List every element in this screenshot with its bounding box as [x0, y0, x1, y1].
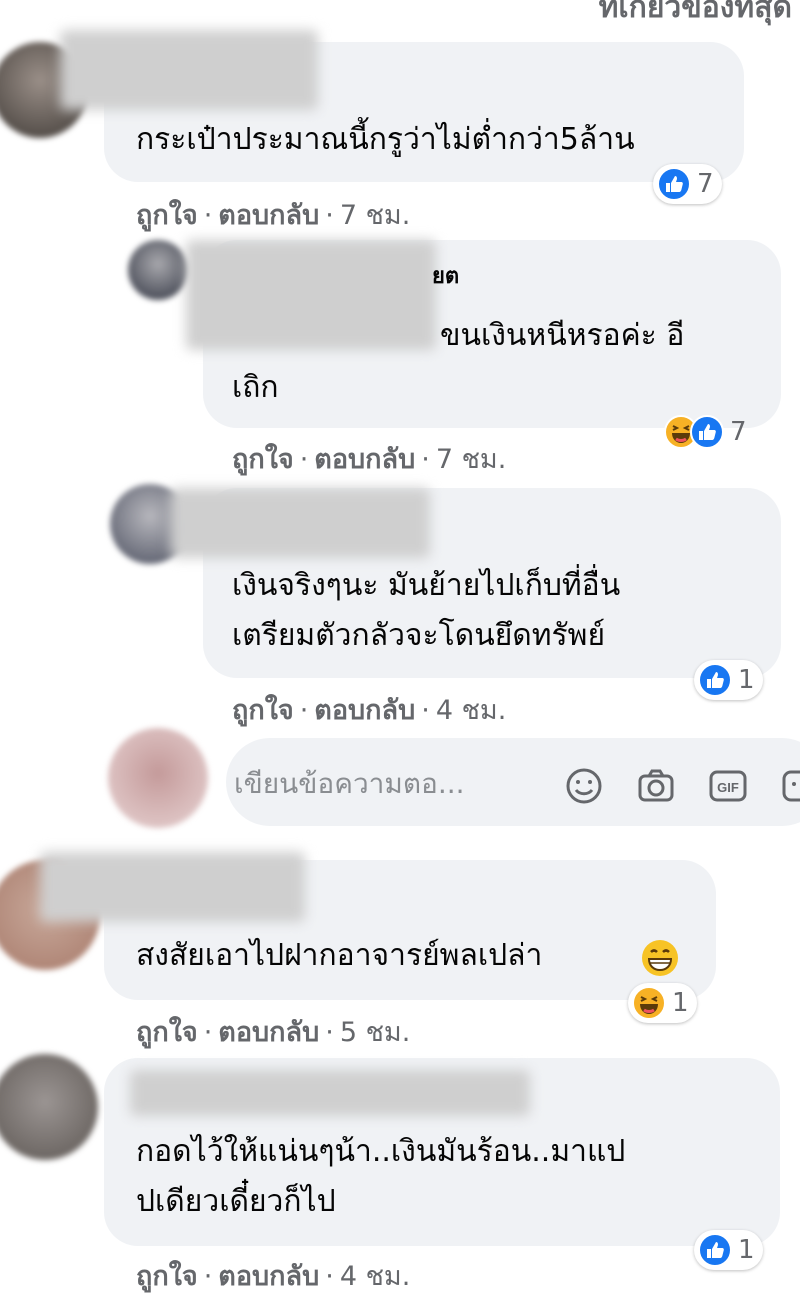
commenter-name-fragment[interactable]: ยต [432, 262, 459, 292]
like-link[interactable]: ถูกใจ [232, 444, 294, 475]
like-link[interactable]: ถูกใจ [136, 1017, 198, 1048]
like-link[interactable]: ถูกใจ [136, 200, 198, 231]
haha-icon [632, 986, 666, 1020]
comment-text-line: ปเดียวเดี๋ยวก็ไป [136, 1184, 336, 1219]
reply-link[interactable]: ตอบกลับ [218, 1261, 319, 1292]
reaction-count: 1 [672, 988, 689, 1018]
commenter-name-blurred[interactable] [40, 852, 305, 922]
comment-actions: ถูกใจ · ตอบกลับ · 4 ชม. [232, 695, 507, 726]
commenter-name-blurred[interactable] [60, 30, 318, 110]
reaction-summary[interactable]: 7 [653, 164, 722, 204]
timestamp[interactable]: 4 ชม. [340, 1261, 410, 1292]
reply-link[interactable]: ตอบกลับ [218, 200, 319, 231]
commenter-name-blurred[interactable] [130, 1070, 530, 1116]
comment-actions: ถูกใจ · ตอบกลับ · 4 ชม. [136, 1261, 411, 1292]
sort-header[interactable]: ที่เกี่ยวข้องที่สุด [599, 0, 792, 31]
comment-text-line: เถิก [232, 370, 279, 405]
comment-actions: ถูกใจ · ตอบกลับ · 5 ชม. [136, 1017, 411, 1048]
svg-text:GIF: GIF [717, 780, 739, 795]
like-icon [690, 415, 724, 449]
comment-text-line: เงินจริงๆนะ มันย้ายไปเก็บที่อื่น [232, 568, 621, 603]
comment-text: สงสัยเอาไปฝากอาจารย์พลเปล่า [136, 938, 543, 973]
current-user-avatar [108, 728, 208, 828]
like-icon [698, 1233, 732, 1267]
commenter-name-blurred[interactable] [186, 240, 436, 350]
reaction-summary[interactable]: 1 [628, 983, 697, 1023]
avatar[interactable] [128, 240, 188, 300]
timestamp[interactable]: 7 ชม. [436, 444, 506, 475]
emoji-icon[interactable] [564, 766, 604, 806]
commenter-name-blurred[interactable] [170, 488, 430, 558]
comment-actions: ถูกใจ · ตอบกลับ · 7 ชม. [232, 444, 507, 475]
comment-text-line: ขนเงินหนีหรอค่ะ อี [440, 318, 685, 353]
reply-input-placeholder: เขียนข้อความตอ... [234, 767, 465, 800]
comment-text: กระเป๋าประมาณนี้กรูว่าไม่ต่ำกว่า5ล้าน [136, 122, 635, 157]
reaction-summary[interactable]: 7 [660, 412, 755, 452]
comment-actions: ถูกใจ · ตอบกลับ · 7 ชม. [136, 200, 411, 231]
like-link[interactable]: ถูกใจ [232, 695, 294, 726]
timestamp[interactable]: 7 ชม. [340, 200, 410, 231]
reply-link[interactable]: ตอบกลับ [314, 695, 415, 726]
timestamp[interactable]: 5 ชม. [340, 1017, 410, 1048]
grinning-emoji [642, 940, 678, 976]
reaction-count: 1 [738, 1235, 755, 1265]
camera-icon[interactable] [636, 766, 676, 806]
reaction-count: 1 [738, 665, 755, 695]
like-icon [698, 663, 732, 697]
comment-text-line: กอดไว้ให้แน่นๆน้า..เงินมันร้อน..มาแป [136, 1134, 626, 1169]
reaction-count: 7 [730, 417, 747, 447]
reaction-summary[interactable]: 1 [694, 660, 763, 700]
reply-input[interactable]: เขียนข้อความตอ... GIF [226, 738, 800, 826]
reaction-count: 7 [697, 169, 714, 199]
reply-link[interactable]: ตอบกลับ [314, 444, 415, 475]
reply-link[interactable]: ตอบกลับ [218, 1017, 319, 1048]
like-icon [657, 167, 691, 201]
like-link[interactable]: ถูกใจ [136, 1261, 198, 1292]
comment-text-line: เตรียมตัวกลัวจะโดนยึดทรัพย์ [232, 618, 606, 653]
sticker-icon[interactable] [780, 766, 800, 806]
timestamp[interactable]: 4 ชม. [436, 695, 506, 726]
reaction-summary[interactable]: 1 [694, 1230, 763, 1270]
avatar[interactable] [0, 1054, 98, 1160]
gif-icon[interactable]: GIF [708, 766, 748, 806]
